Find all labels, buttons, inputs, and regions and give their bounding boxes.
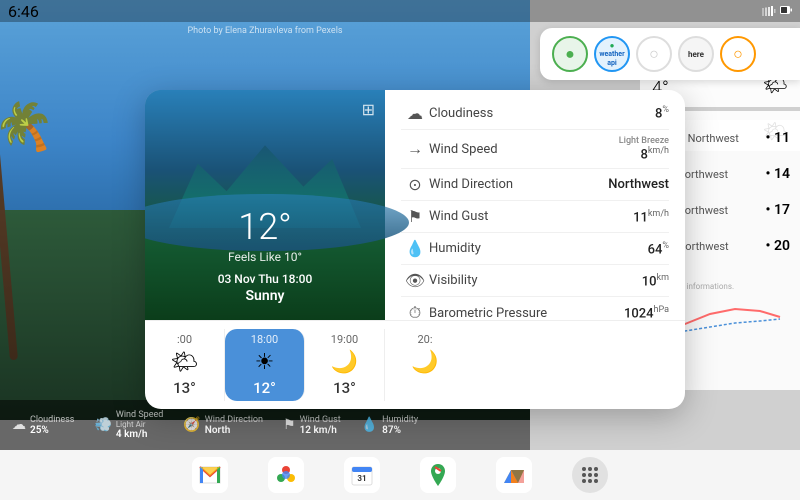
status-cloud-icon: ☁ [12,417,26,433]
right-val-4: • 20 [766,238,790,254]
hour-time-0: :00 [177,333,192,346]
hour-item-0[interactable]: :00 🌤 13° [145,329,225,401]
gust-label: Wind Gust [429,209,633,224]
hour-time-3: 20: [417,333,432,346]
status-wind-dir: 🧭 Wind Direction North [183,415,263,436]
apps-icon[interactable] [572,457,608,493]
pressure-value: 1024hPa [624,305,669,320]
modal-right: ☁ Cloudiness 8% → Wind Speed Light Breez… [385,90,685,320]
svg-text:31: 31 [357,474,366,483]
cloudiness-label: Cloudiness [429,106,655,121]
hour-time-2: 19:00 [331,333,358,346]
status-gust-icon: ⚑ [283,417,296,433]
right-val-1: • 11 [766,130,790,146]
visibility-label: Visibility [429,273,642,288]
weather-row-cloudiness: ☁ Cloudiness 8% [401,98,669,130]
right-val-2: • 14 [766,166,790,182]
status-humidity-icon: 💧 [361,417,378,433]
direction-value: Northwest [608,177,669,192]
windspeed-label: Wind Speed [429,142,619,157]
provider-orange[interactable]: ○ [720,36,756,72]
feels-like: Feels Like 10° [218,250,313,264]
provider-weatherapi[interactable]: ● weather api [594,36,630,72]
google-drive-icon[interactable] [496,457,532,493]
status-windspeed: 💨 Wind Speed Light Air 4 km/h [94,410,163,440]
status-icons [762,6,792,16]
weather-row-pressure: ⏱ Barometric Pressure 1024hPa [401,297,669,320]
windspeed-icon: → [401,139,429,159]
modal-top: ⊞ 12° Feels Like 10° 03 Nov Thu 18:00 Su… [145,90,685,320]
humidity-label: Humidity [429,241,648,256]
status-wind-icon: 💨 [94,417,111,433]
expand-icon[interactable]: ⊞ [362,100,375,119]
provider-circle3[interactable]: ○ [636,36,672,72]
hour-time-1: 18:00 [251,333,278,346]
hour-item-3[interactable]: 20: 🌙 [385,329,465,401]
provider-here[interactable]: here [678,36,714,72]
gmail-icon[interactable] [192,457,228,493]
hour-temp-0: 13° [173,379,196,397]
temp-display: 12° Feels Like 10° 03 Nov Thu 18:00 Sunn… [218,206,313,304]
google-photos-icon[interactable] [268,457,304,493]
condition: Sunny [218,288,313,304]
google-calendar-icon[interactable]: 31 [344,457,380,493]
weather-row-visibility: 👁 Visibility 10km [401,265,669,297]
hour-icon-2: 🌙 [331,350,358,375]
app-dock: 31 [0,450,800,500]
gust-value: 11km/h [633,209,669,225]
weather-row-direction: ⊙ Wind Direction Northwest [401,169,669,201]
humidity-value: 64% [648,241,669,257]
hour-icon-0: 🌤 [171,350,199,375]
weather-row-gust: ⚑ Wind Gust 11km/h [401,201,669,233]
hour-icon-3: 🌙 [411,350,438,375]
photo-credit: Photo by Elena Zhuravleva from Pexels [187,26,342,36]
weather-modal: ⊞ 12° Feels Like 10° 03 Nov Thu 18:00 Su… [145,90,685,409]
provider-green[interactable]: ● [552,36,588,72]
main-temp: 12° [218,206,313,248]
right-val-3: • 17 [766,202,790,218]
status-wind-gust: ⚑ Wind Gust 12 km/h [283,415,341,436]
direction-label: Wind Direction [429,177,608,192]
pressure-label: Barometric Pressure [429,306,624,320]
status-compass-icon: 🧭 [183,417,200,433]
cloudiness-value: 8% [655,105,669,121]
weather-row-windspeed: → Wind Speed Light Breeze 8km/h [401,130,669,169]
modal-left: ⊞ 12° Feels Like 10° 03 Nov Thu 18:00 Su… [145,90,385,320]
windspeed-value: Light Breeze 8km/h [619,136,669,162]
pressure-icon: ⏱ [401,303,429,320]
hour-temp-1: 12° [253,379,276,397]
hour-temp-2: 13° [333,379,356,397]
hourly-forecast: :00 🌤 13° 18:00 ☀ 12° 19:00 🌙 13° 20: 🌙 [145,320,685,409]
visibility-icon: 👁 [401,271,429,290]
status-bar: 6:46 [0,0,800,22]
hour-icon-1: ☀ [255,350,275,375]
cloudiness-icon: ☁ [401,104,429,123]
status-cloudiness: ☁ Cloudiness 25% [12,415,74,436]
provider-bar[interactable]: ● ● weather api ○ here ○ [540,28,800,80]
date-time: 03 Nov Thu 18:00 [218,272,313,286]
hour-item-1[interactable]: 18:00 ☀ 12° [225,329,305,401]
status-humidity: 💧 Humidity 87% [361,415,418,436]
humidity-icon: 💧 [401,239,429,258]
hour-item-2[interactable]: 19:00 🌙 13° [305,329,385,401]
status-time: 6:46 [8,2,39,21]
google-maps-icon[interactable] [420,457,456,493]
visibility-value: 10km [642,273,669,289]
weather-row-humidity: 💧 Humidity 64% [401,233,669,265]
direction-icon: ⊙ [401,175,429,194]
